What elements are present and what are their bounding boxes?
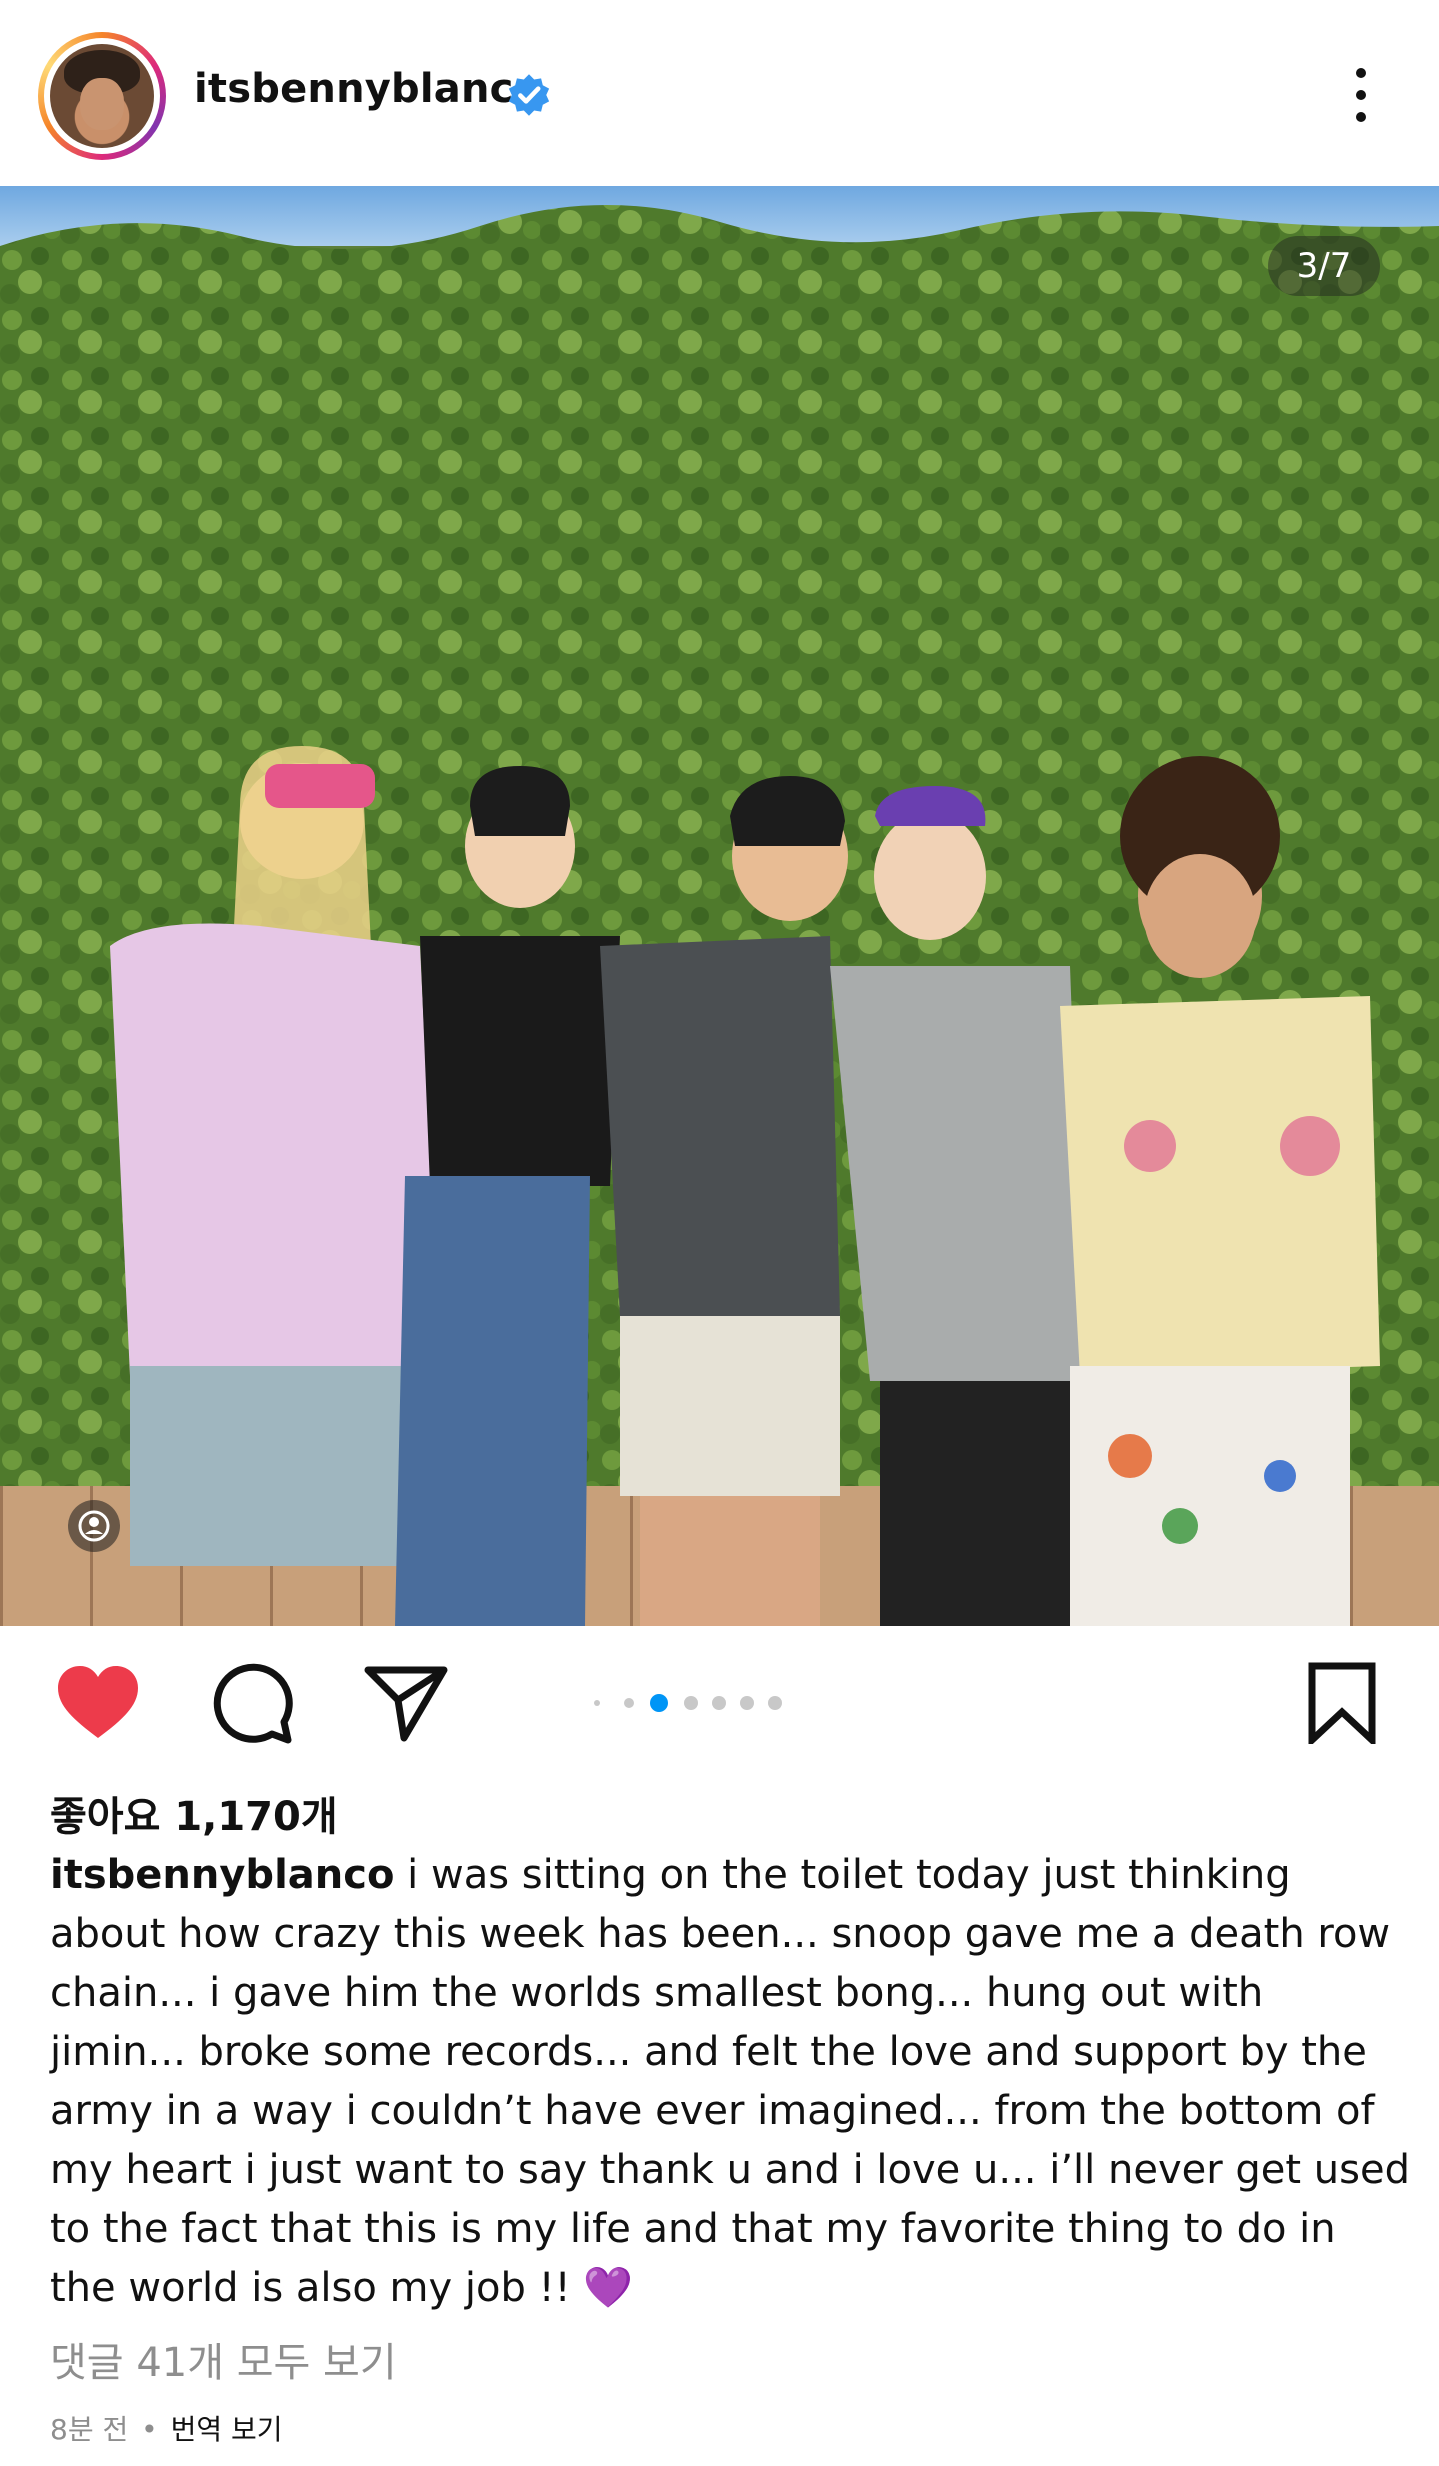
post-meta: 8분 전 • 번역 보기: [50, 2408, 283, 2448]
post-image[interactable]: [0, 186, 1439, 1626]
comment-icon[interactable]: [210, 1662, 294, 1746]
caption-username-link[interactable]: itsbennyblanco: [50, 1852, 394, 1898]
username-link[interactable]: itsbennyblanco: [194, 66, 541, 112]
image-counter-badge: 3/7: [1268, 236, 1380, 296]
post-photo-content: [0, 186, 1439, 1626]
likes-count[interactable]: 좋아요 1,170개: [50, 1784, 338, 1842]
share-icon[interactable]: [364, 1664, 448, 1742]
bookmark-icon[interactable]: [1306, 1662, 1378, 1744]
meta-separator: •: [141, 2413, 158, 2446]
avatar: [50, 44, 154, 148]
heart-icon[interactable]: [56, 1664, 140, 1740]
user-tag-button[interactable]: [68, 1500, 120, 1552]
caption-text: i was sitting on the toilet today just t…: [50, 1852, 1410, 2311]
translate-link[interactable]: 번역 보기: [171, 2413, 283, 2446]
more-vertical-icon: [1356, 68, 1366, 78]
more-options-button[interactable]: [1340, 60, 1384, 130]
verified-badge-icon: [508, 74, 550, 116]
active-dot: [650, 1694, 668, 1712]
post-header: itsbennyblanco: [0, 0, 1439, 186]
user-tag-icon: [78, 1510, 110, 1542]
post-timestamp: 8분 전: [50, 2413, 129, 2446]
post-caption: itsbennyblanco i was sitting on the toil…: [50, 1846, 1410, 2318]
carousel-indicator: [594, 1693, 794, 1713]
story-ring[interactable]: [38, 32, 166, 160]
view-all-comments-link[interactable]: 댓글 41개 모두 보기: [50, 2330, 397, 2388]
